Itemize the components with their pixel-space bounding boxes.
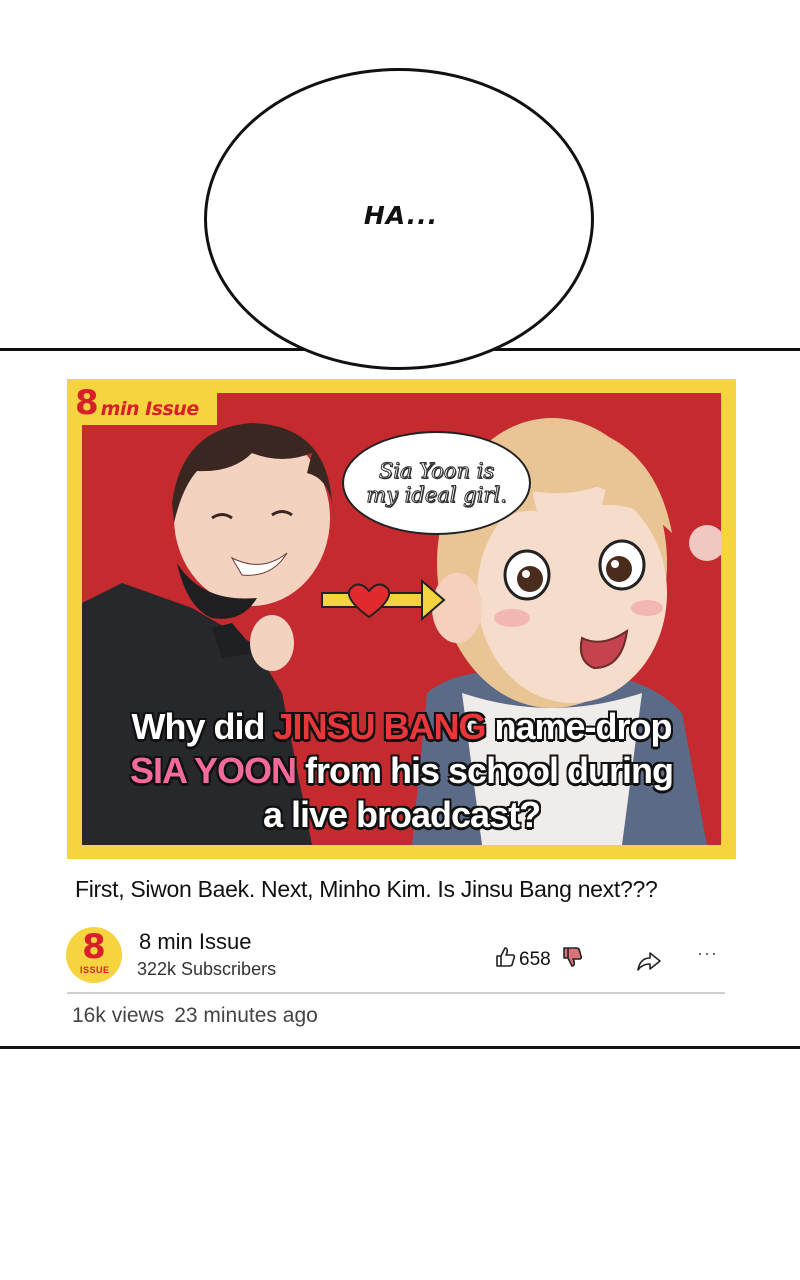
thumbnail-speech-bubble: Sia Yoon is my ideal girl.	[342, 431, 531, 535]
avatar-label: ISSUE	[80, 965, 110, 975]
thumbnail-speech-text: Sia Yoon is my ideal girl.	[366, 459, 508, 508]
share-icon[interactable]	[636, 950, 662, 977]
channel-avatar[interactable]: 8 ISSUE	[66, 927, 122, 983]
thumbs-up-icon[interactable]	[494, 946, 516, 973]
speech-bubble: HA...	[204, 68, 594, 370]
divider	[67, 992, 725, 994]
headline-line-2: SIA YOON from his school during	[129, 749, 675, 792]
channel-name[interactable]: 8 min Issue	[139, 929, 252, 955]
headline-line-1: Why did JINSU BANG name-drop	[130, 705, 673, 748]
video-thumbnail[interactable]: Sia Yoon is my ideal girl. Why did JINSU…	[67, 379, 736, 859]
panel-border-bottom	[0, 1046, 800, 1049]
avatar-number: 8	[82, 927, 106, 967]
headline-line-3: a live broadcast?	[262, 793, 542, 836]
thumbnail-headline: Why did JINSU BANG name-drop SIA YOON fr…	[82, 705, 721, 837]
heart-arrow	[321, 578, 446, 622]
more-icon[interactable]: ···	[697, 943, 718, 964]
view-count: 16k views	[72, 1004, 165, 1027]
video-title[interactable]: First, Siwon Baek. Next, Minho Kim. Is J…	[75, 876, 658, 903]
video-meta: 16k views 23 minutes ago	[72, 1004, 318, 1028]
like-dislike-group: 658	[494, 946, 583, 973]
subscriber-count: 322k Subscribers	[137, 959, 277, 979]
brand-number: 8	[75, 383, 99, 423]
speech-bubble-text: HA...	[363, 200, 439, 230]
upload-age: 23 minutes ago	[174, 1004, 318, 1027]
thumbs-down-icon[interactable]	[561, 946, 583, 973]
thumbnail-art-area: Sia Yoon is my ideal girl. Why did JINSU…	[82, 393, 721, 845]
brand-text: min Issue	[100, 398, 200, 420]
like-count: 658	[519, 948, 551, 970]
brand-badge: 8 min Issue	[67, 379, 217, 425]
